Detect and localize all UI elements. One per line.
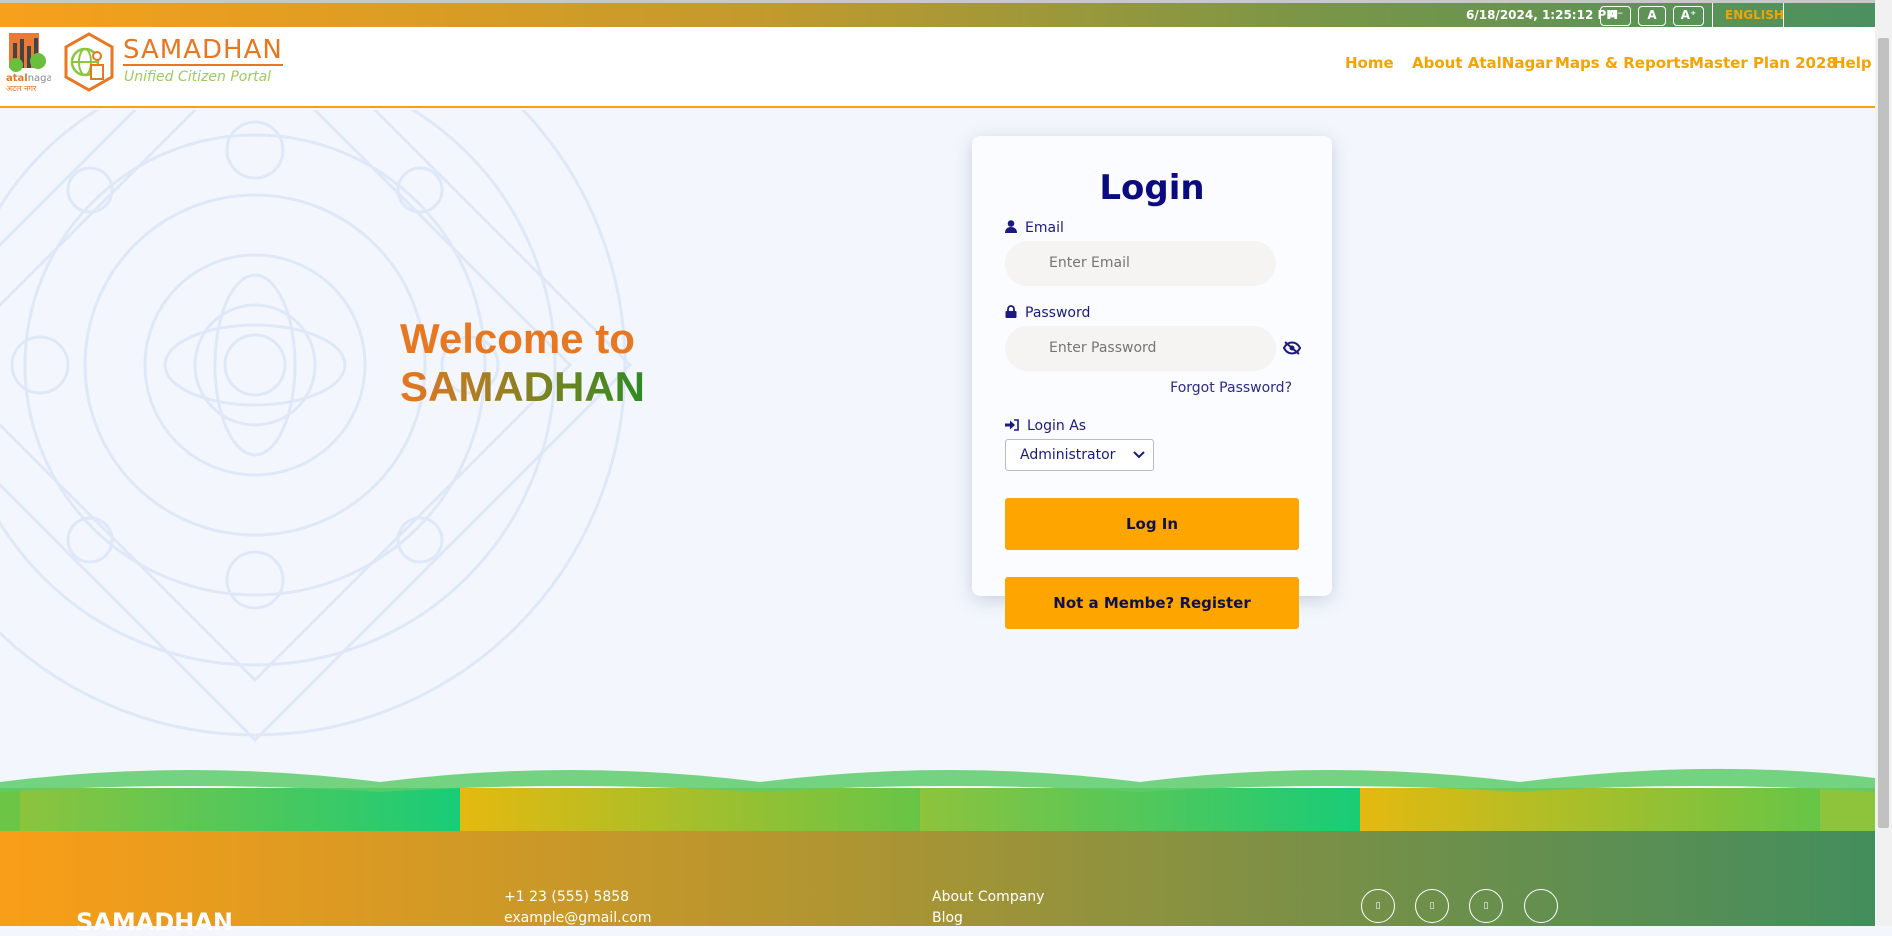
footer-brand: SAMADHAN bbox=[76, 908, 233, 936]
email-label-text: Email bbox=[1025, 220, 1064, 236]
datetime: 6/18/2024, 1:25:12 PM bbox=[1466, 8, 1619, 22]
header: atalnagarअटल नगर SAMADHAN Unified Citize… bbox=[0, 27, 1875, 108]
mandala-background bbox=[0, 110, 633, 743]
font-increase-button[interactable]: A⁺ bbox=[1673, 6, 1704, 26]
email-input[interactable] bbox=[1005, 241, 1276, 286]
login-as-select[interactable]: Administrator bbox=[1005, 439, 1154, 471]
svg-text:atalnagar: atalnagar bbox=[6, 73, 51, 84]
welcome-line-2: SAMADHAN bbox=[400, 363, 645, 410]
svg-text:अटल नगर: अटल नगर bbox=[6, 84, 37, 93]
atalnagar-logo[interactable]: atalnagarअटल नगर bbox=[6, 33, 58, 93]
user-icon bbox=[1005, 220, 1017, 233]
footer-email[interactable]: example@gmail.com bbox=[504, 910, 652, 926]
password-input[interactable] bbox=[1005, 326, 1276, 371]
language-selector[interactable]: ENGLISH bbox=[1725, 8, 1784, 22]
brand-tagline: Unified Citizen Portal bbox=[124, 69, 272, 85]
decorative-waves bbox=[0, 768, 1875, 832]
forgot-password-link[interactable]: Forgot Password? bbox=[1170, 380, 1292, 396]
nav-help[interactable]: Help bbox=[1833, 54, 1872, 72]
nav-master-plan-2028[interactable]: Master Plan 2028 bbox=[1689, 54, 1837, 72]
login-as-label: Login As bbox=[1005, 418, 1086, 434]
nav-home[interactable]: Home bbox=[1345, 54, 1394, 72]
top-bar: 6/18/2024, 1:25:12 PM A⁻ A A⁺ ENGLISH bbox=[0, 3, 1875, 27]
password-label-text: Password bbox=[1025, 305, 1091, 321]
nav-about-atalnagar[interactable]: About AtalNagar bbox=[1412, 54, 1553, 72]
sign-in-icon bbox=[1005, 419, 1019, 431]
welcome-text: Welcome to SAMADHAN bbox=[400, 315, 645, 411]
social-icon-1[interactable]: ▯ bbox=[1361, 889, 1395, 923]
samadhan-logo-icon[interactable] bbox=[63, 32, 115, 96]
footer-link-about-company[interactable]: About Company bbox=[932, 889, 1044, 905]
password-label: Password bbox=[1005, 305, 1090, 321]
brand-name: SAMADHAN bbox=[123, 35, 283, 66]
divider bbox=[1783, 3, 1784, 27]
scrollbar[interactable] bbox=[1875, 0, 1892, 926]
footer-link-blog[interactable]: Blog bbox=[932, 910, 963, 926]
chevron-down-icon bbox=[1133, 451, 1145, 459]
eye-slash-icon[interactable] bbox=[1283, 341, 1301, 355]
login-title: Login bbox=[1099, 168, 1205, 208]
login-button[interactable]: Log In bbox=[1005, 498, 1299, 550]
social-icon-4[interactable] bbox=[1524, 889, 1558, 923]
font-decrease-button[interactable]: A⁻ bbox=[1600, 6, 1631, 26]
register-button[interactable]: Not a Membe? Register bbox=[1005, 577, 1299, 629]
email-label: Email bbox=[1005, 220, 1064, 236]
divider bbox=[1712, 3, 1713, 27]
login-as-value: Administrator bbox=[1020, 447, 1116, 463]
social-icon-3[interactable]: ▯ bbox=[1469, 889, 1503, 923]
login-as-label-text: Login As bbox=[1027, 418, 1087, 434]
nav-maps-reports[interactable]: Maps & Reports bbox=[1555, 54, 1690, 72]
scrollbar-thumb[interactable] bbox=[1878, 38, 1889, 828]
social-icon-2[interactable]: ▯ bbox=[1415, 889, 1449, 923]
footer-phone[interactable]: +1 23 (555) 5858 bbox=[504, 889, 629, 905]
font-normal-button[interactable]: A bbox=[1638, 6, 1666, 26]
welcome-line-1: Welcome to bbox=[400, 315, 635, 362]
lock-icon bbox=[1005, 305, 1017, 318]
